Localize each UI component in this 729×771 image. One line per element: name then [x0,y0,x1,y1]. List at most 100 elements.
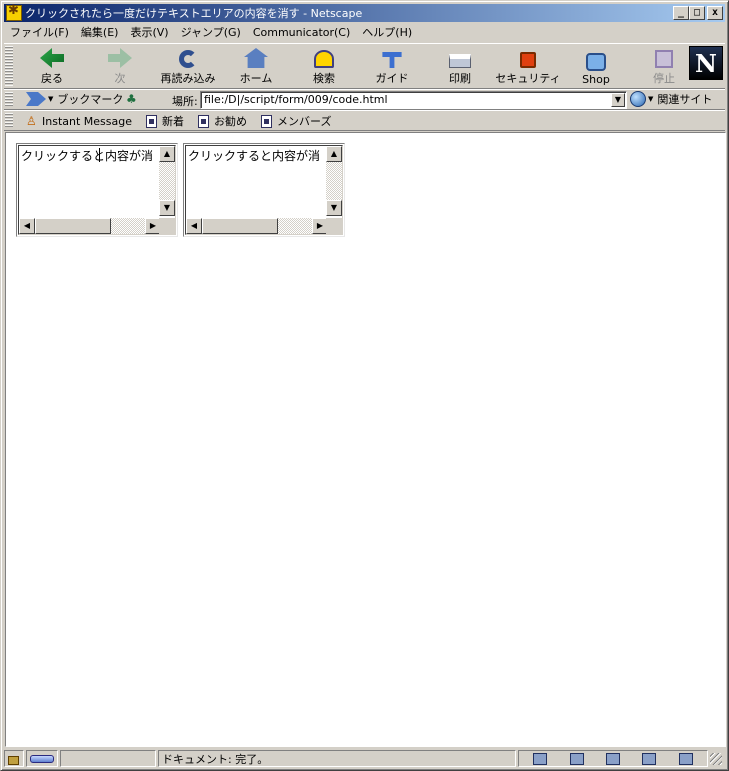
menu-help[interactable]: ヘルプ(H) [356,24,418,40]
print-button[interactable]: 印刷 [426,46,494,86]
instant-message-link[interactable]: ♙ Instant Message [26,114,132,128]
chevron-down-icon: ▼ [48,95,54,103]
scroll-up-button[interactable]: ▲ [326,146,342,162]
home-icon [244,48,268,68]
textarea-1[interactable]: クリックすると内容が消 ▲ ▼ ◀ ▶ [16,143,178,237]
textarea-1-text[interactable]: クリックすると内容が消 [21,147,159,164]
url-dropdown-button[interactable]: ▼ [611,93,625,107]
navigation-toolbar: 戻る 次 再読み込み ホーム 検索 ガイド 印刷 セキュリティ Shop 停止 … [4,43,725,89]
back-label: 戻る [41,72,63,85]
menu-bar: ファイル(F) 編集(E) 表示(V) ジャンプ(G) Communicator… [4,23,725,41]
search-icon [314,50,334,68]
component-bar [518,750,708,767]
scroll-thumb[interactable] [35,218,111,234]
menu-edit[interactable]: 編集(E) [75,24,125,40]
scroll-left-button[interactable]: ◀ [186,218,202,234]
toolbar-grip[interactable] [5,46,13,86]
address-book-icon[interactable] [642,752,657,765]
textarea-1-hscroll[interactable]: ◀ ▶ [19,218,161,234]
instant-message-label: Instant Message [42,114,132,128]
textarea-2-vscroll[interactable]: ▲ ▼ [326,146,342,216]
members-label: メンバーズ [277,115,332,128]
textarea-1-frame: クリックすると内容が消 ▲ ▼ ◀ ▶ [18,145,176,235]
scroll-corner [159,218,175,234]
bookmark-doc-icon [198,114,209,128]
menu-communicator[interactable]: Communicator(C) [247,26,356,39]
page-proxy-icon[interactable]: ♣ [126,92,140,106]
forward-label: 次 [114,72,126,85]
status-text-panel: ドキュメント: 完了。 [158,750,516,767]
mail-icon[interactable] [569,752,584,765]
toolbar-grip[interactable] [5,92,13,107]
recommend-label: お勧め [214,115,247,128]
globe-icon [630,91,646,107]
security-lock-icon [520,52,536,68]
security-button[interactable]: セキュリティ [494,46,562,86]
close-button[interactable]: x [707,6,723,20]
chevron-down-icon: ▼ [648,95,654,103]
security-status[interactable] [4,750,24,767]
location-label: 場所: [172,95,198,108]
maximize-button[interactable]: □ [689,6,705,20]
related-sites-label: 関連サイト [657,93,713,106]
textarea-2-hscroll[interactable]: ◀ ▶ [186,218,328,234]
shop-icon [586,53,606,71]
personal-toolbar: ♙ Instant Message 新着 お勧め メンバーズ [4,110,725,131]
scroll-up-button[interactable]: ▲ [159,146,175,162]
scroll-thumb[interactable] [202,218,278,234]
connection-status [26,750,58,767]
textarea-2-text[interactable]: クリックすると内容が消 [188,147,326,164]
reload-button[interactable]: 再読み込み [154,46,222,86]
menu-go[interactable]: ジャンプ(G) [175,24,247,40]
bookmark-doc-icon [146,114,157,128]
status-bar: ドキュメント: 完了。 [4,749,725,768]
netscape-logo[interactable]: N [689,46,723,80]
minimize-button[interactable]: _ [673,6,689,20]
related-sites-button[interactable]: ▼ 関連サイト [630,91,712,107]
recommend-link[interactable]: お勧め [198,113,247,129]
resize-grip-icon[interactable] [710,752,722,765]
new-link[interactable]: 新着 [146,113,184,129]
bookmarks-icon [26,92,46,106]
new-label: 新着 [162,115,184,128]
bookmark-doc-icon [261,114,272,128]
url-input[interactable]: file:/D|/script/form/009/code.html [200,91,627,109]
security-label: セキュリティ [495,72,561,85]
menu-view[interactable]: 表示(V) [124,24,174,40]
members-link[interactable]: メンバーズ [261,113,331,129]
textarea-1-vscroll[interactable]: ▲ ▼ [159,146,175,216]
netscape-app-icon [6,3,22,21]
composer-icon[interactable] [678,752,693,765]
location-toolbar: ▼ ブックマーク ♣ 場所: file:/D|/script/form/009/… [4,89,725,110]
back-button[interactable]: 戻る [18,46,86,86]
navigator-icon[interactable] [533,752,548,765]
newsgroup-icon[interactable] [605,752,620,765]
toolbar-grip[interactable] [5,113,13,128]
window-controls: _ □ x [673,6,723,20]
scroll-corner [326,218,342,234]
forward-arrow-icon [108,48,132,68]
lock-icon [8,756,19,765]
scroll-down-button[interactable]: ▼ [326,200,342,216]
scroll-down-button[interactable]: ▼ [159,200,175,216]
menu-file[interactable]: ファイル(F) [4,24,75,40]
status-text: ドキュメント: 完了。 [162,752,269,766]
guide-button[interactable]: ガイド [358,46,426,86]
stop-label: 停止 [653,72,675,85]
browser-window: クリックされたら一度だけテキストエリアの内容を消す - Netscape _ □… [0,0,729,771]
text-caret [99,148,100,162]
home-button[interactable]: ホーム [222,46,290,86]
guide-label: ガイド [375,72,409,85]
title-bar: クリックされたら一度だけテキストエリアの内容を消す - Netscape _ □… [4,3,725,22]
bookmarks-button[interactable]: ▼ ブックマーク [26,91,123,107]
forward-button[interactable]: 次 [86,46,154,86]
page-content: クリックすると内容が消 ▲ ▼ ◀ ▶ クリックすると内容が消 ▲ ▼ ◀ ▶ [5,132,726,747]
scroll-left-button[interactable]: ◀ [19,218,35,234]
bookmarks-label: ブックマーク [57,93,124,106]
textarea-2[interactable]: クリックすると内容が消 ▲ ▼ ◀ ▶ [183,143,345,237]
search-button[interactable]: 検索 [290,46,358,86]
shop-button[interactable]: Shop [562,46,630,86]
progress-panel [60,750,156,767]
stop-button[interactable]: 停止 [630,46,698,86]
back-arrow-icon [40,48,64,68]
